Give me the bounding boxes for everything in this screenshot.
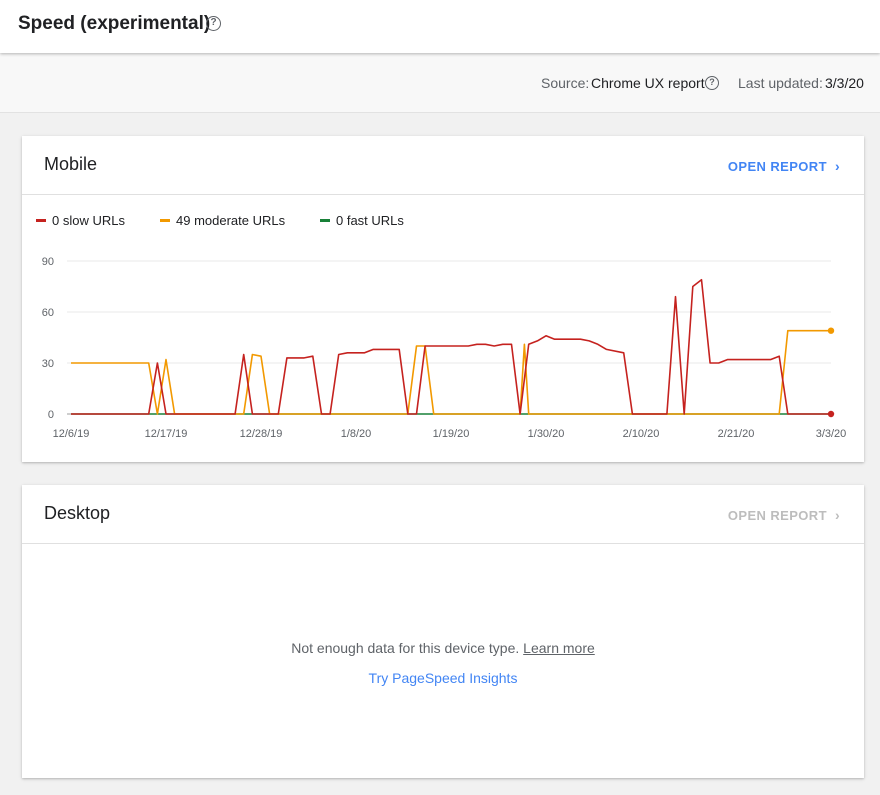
x-tick-label: 12/28/19: [240, 428, 283, 440]
y-tick-label: 30: [42, 358, 54, 370]
last-updated-label: Last updated:: [738, 75, 823, 91]
x-tick-label: 1/30/20: [528, 428, 565, 440]
page-title: Speed (experimental): [18, 13, 211, 34]
empty-state-text: Not enough data for this device type.: [291, 640, 520, 656]
top-bar: Speed (experimental) ?: [0, 0, 880, 53]
info-bar: Source: Chrome UX report ? Last updated:…: [0, 53, 880, 113]
source-label: Source:: [541, 75, 590, 91]
series-line: [71, 329, 831, 415]
x-tick-label: 3/3/20: [816, 428, 847, 440]
source-value: Chrome UX report: [591, 75, 705, 91]
series-end-point: [827, 327, 835, 334]
empty-state-message: Not enough data for this device type. Le…: [22, 640, 864, 656]
y-tick-label: 90: [42, 256, 54, 268]
pagespeed-insights-link-row: Try PageSpeed Insights: [22, 670, 864, 686]
card-divider: [22, 543, 864, 544]
mobile-card: Mobile OPEN REPORT › 0 slow URLs 49 moder…: [22, 136, 864, 462]
series-end-point: [827, 410, 835, 418]
x-tick-label: 2/10/20: [623, 428, 660, 440]
x-tick-label: 1/8/20: [341, 428, 372, 440]
y-tick-label: 0: [48, 409, 54, 421]
series-line: [71, 278, 831, 415]
last-updated-value: 3/3/20: [825, 75, 864, 91]
desktop-open-report-button: OPEN REPORT ›: [728, 507, 840, 523]
pagespeed-insights-link[interactable]: Try PageSpeed Insights: [369, 670, 518, 686]
speed-line-chart: 0 30 60 90 12/6/19 12/17/19 12/28/19 1/8/20 1/19…: [42, 256, 847, 440]
open-report-label: OPEN REPORT: [727, 508, 827, 523]
x-tick-label: 12/6/19: [53, 428, 90, 440]
y-tick-label: 60: [42, 307, 54, 319]
chevron-right-icon: ›: [834, 507, 840, 523]
desktop-card: Desktop OPEN REPORT › Not enough data for…: [22, 485, 864, 778]
x-tick-label: 1/19/20: [433, 428, 470, 440]
x-tick-label: 2/21/20: [718, 428, 755, 440]
source-help-icon[interactable]: ?: [705, 76, 719, 90]
help-icon[interactable]: ?: [206, 16, 221, 31]
x-tick-label: 12/17/19: [145, 428, 188, 440]
desktop-card-title: Desktop: [44, 503, 111, 523]
learn-more-link[interactable]: Learn more: [523, 640, 595, 656]
